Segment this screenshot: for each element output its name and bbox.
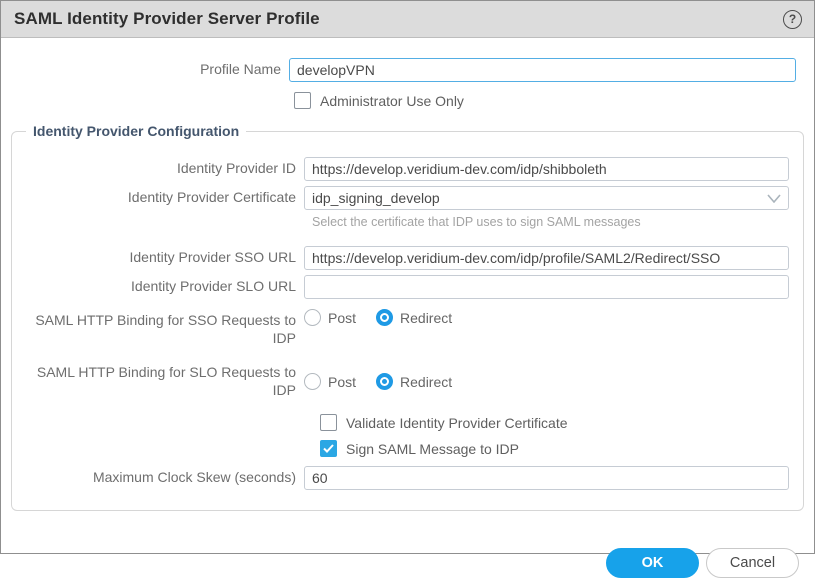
profile-name-label: Profile Name <box>1 61 289 79</box>
idp-certificate-dropdown[interactable]: idp_signing_develop <box>304 186 789 210</box>
check-icon <box>323 444 334 453</box>
validate-cert-label: Validate Identity Provider Certificate <box>346 415 568 431</box>
post-radio-label: Post <box>328 310 356 326</box>
idp-id-input[interactable] <box>304 157 789 181</box>
cancel-button[interactable]: Cancel <box>706 548 799 578</box>
idp-sso-url-label: Identity Provider SSO URL <box>12 249 304 267</box>
ok-button[interactable]: OK <box>606 548 699 578</box>
dialog-title: SAML Identity Provider Server Profile <box>14 9 320 29</box>
sso-binding-label: SAML HTTP Binding for SSO Requests to ID… <box>12 309 304 347</box>
clock-skew-label: Maximum Clock Skew (seconds) <box>12 469 304 487</box>
slo-binding-label: SAML HTTP Binding for SLO Requests to ID… <box>12 364 304 399</box>
clock-skew-row: Maximum Clock Skew (seconds) <box>12 466 789 490</box>
slo-binding-row: SAML HTTP Binding for SLO Requests to ID… <box>12 364 789 399</box>
idp-configuration-fieldset: Identity Provider Configuration Identity… <box>11 123 804 511</box>
redirect-radio[interactable] <box>376 309 393 326</box>
idp-configuration-legend: Identity Provider Configuration <box>26 123 246 139</box>
idp-slo-url-row: Identity Provider SLO URL <box>12 275 789 299</box>
idp-slo-url-label: Identity Provider SLO URL <box>12 278 304 296</box>
dialog-titlebar: SAML Identity Provider Server Profile ? <box>1 1 814 38</box>
idp-id-row: Identity Provider ID <box>12 157 789 181</box>
idp-slo-url-input[interactable] <box>304 275 789 299</box>
sso-binding-options: Post Redirect <box>304 309 472 326</box>
idp-certificate-row: Identity Provider Certificate idp_signin… <box>12 186 789 210</box>
sso-binding-option-redirect[interactable]: Redirect <box>376 309 452 326</box>
dialog-body: Profile Name Administrator Use Only Iden… <box>1 38 814 578</box>
slo-binding-option-redirect[interactable]: Redirect <box>376 373 452 390</box>
slo-binding-options: Post Redirect <box>304 373 472 390</box>
validate-cert-row: Validate Identity Provider Certificate <box>12 414 789 431</box>
sign-saml-checkbox[interactable] <box>320 440 337 457</box>
sso-binding-option-post[interactable]: Post <box>304 309 356 326</box>
idp-certificate-help-row: Select the certificate that IDP uses to … <box>12 213 789 231</box>
redirect-radio-label: Redirect <box>400 310 452 326</box>
chevron-down-icon <box>767 194 781 203</box>
idp-certificate-value: idp_signing_develop <box>312 190 767 206</box>
profile-name-row: Profile Name <box>1 58 814 82</box>
redirect-radio[interactable] <box>376 373 393 390</box>
idp-certificate-label: Identity Provider Certificate <box>12 189 304 207</box>
sign-saml-row: Sign SAML Message to IDP <box>12 440 789 457</box>
idp-sso-url-input[interactable] <box>304 246 789 270</box>
validate-cert-checkbox[interactable] <box>320 414 337 431</box>
post-radio-label: Post <box>328 374 356 390</box>
saml-idp-profile-dialog: SAML Identity Provider Server Profile ? … <box>0 0 815 554</box>
slo-binding-option-post[interactable]: Post <box>304 373 356 390</box>
clock-skew-input[interactable] <box>304 466 789 490</box>
post-radio[interactable] <box>304 373 321 390</box>
sign-saml-label: Sign SAML Message to IDP <box>346 441 519 457</box>
profile-name-input[interactable] <box>289 58 796 82</box>
idp-id-label: Identity Provider ID <box>12 160 304 178</box>
help-icon[interactable]: ? <box>783 10 802 29</box>
sso-binding-row: SAML HTTP Binding for SSO Requests to ID… <box>12 309 789 347</box>
dialog-footer: OK Cancel <box>1 548 814 578</box>
post-radio[interactable] <box>304 309 321 326</box>
admin-use-only-checkbox[interactable] <box>294 92 311 109</box>
idp-certificate-help-text: Select the certificate that IDP uses to … <box>312 215 641 229</box>
help-icon-glyph: ? <box>789 12 796 26</box>
redirect-radio-label: Redirect <box>400 374 452 390</box>
admin-use-only-row: Administrator Use Only <box>1 92 814 109</box>
admin-use-only-label: Administrator Use Only <box>320 93 464 109</box>
idp-sso-url-row: Identity Provider SSO URL <box>12 246 789 270</box>
